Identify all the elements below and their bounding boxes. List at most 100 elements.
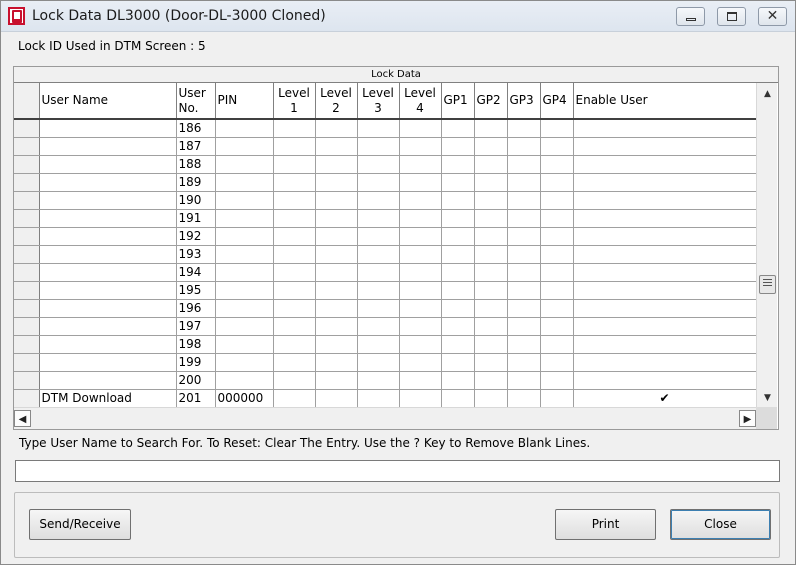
- pin-cell[interactable]: [215, 173, 274, 192]
- gp4-cell[interactable]: [540, 155, 574, 174]
- table-row[interactable]: 195: [14, 281, 757, 300]
- row-selector[interactable]: [14, 191, 40, 210]
- column-header-level-3[interactable]: Level 3: [357, 83, 400, 120]
- row-selector[interactable]: [14, 227, 40, 246]
- gp1-cell[interactable]: [441, 353, 475, 372]
- pin-cell[interactable]: 000000: [215, 389, 274, 408]
- enable-user-cell[interactable]: [573, 209, 757, 228]
- level-3-cell[interactable]: [357, 137, 400, 156]
- pin-cell[interactable]: [215, 335, 274, 354]
- gp4-cell[interactable]: [540, 209, 574, 228]
- row-selector[interactable]: [14, 317, 40, 336]
- table-row[interactable]: 192: [14, 227, 757, 246]
- gp2-cell[interactable]: [474, 263, 508, 282]
- user-no-cell[interactable]: 200: [176, 371, 216, 390]
- level-4-cell[interactable]: [399, 389, 442, 408]
- user-name-cell[interactable]: [39, 227, 177, 246]
- enable-user-cell[interactable]: [573, 191, 757, 210]
- level-3-cell[interactable]: [357, 353, 400, 372]
- table-row[interactable]: 190: [14, 191, 757, 210]
- level-3-cell[interactable]: [357, 155, 400, 174]
- gp4-cell[interactable]: [540, 281, 574, 300]
- row-selector[interactable]: [14, 155, 40, 174]
- level-3-cell[interactable]: [357, 317, 400, 336]
- gp4-cell[interactable]: [540, 245, 574, 264]
- gp3-cell[interactable]: [507, 155, 541, 174]
- level-2-cell[interactable]: [315, 155, 358, 174]
- level-1-cell[interactable]: [273, 191, 316, 210]
- gp4-cell[interactable]: [540, 389, 574, 408]
- level-2-cell[interactable]: [315, 263, 358, 282]
- gp1-cell[interactable]: [441, 227, 475, 246]
- level-4-cell[interactable]: [399, 155, 442, 174]
- user-name-cell[interactable]: [39, 281, 177, 300]
- print-button[interactable]: Print: [555, 509, 656, 540]
- table-row[interactable]: 186: [14, 119, 757, 138]
- row-selector[interactable]: [14, 281, 40, 300]
- gp1-cell[interactable]: [441, 335, 475, 354]
- column-header-level-4[interactable]: Level 4: [399, 83, 442, 120]
- gp1-cell[interactable]: [441, 119, 475, 138]
- table-row[interactable]: 188: [14, 155, 757, 174]
- horizontal-scrollbar[interactable]: ◀ ▶: [14, 407, 756, 429]
- enable-user-cell[interactable]: [573, 299, 757, 318]
- gp1-cell[interactable]: [441, 263, 475, 282]
- gp2-cell[interactable]: [474, 137, 508, 156]
- gp3-cell[interactable]: [507, 317, 541, 336]
- table-row[interactable]: 198: [14, 335, 757, 354]
- user-name-cell[interactable]: DTM Download: [39, 389, 177, 408]
- user-no-cell[interactable]: 190: [176, 191, 216, 210]
- gp2-cell[interactable]: [474, 335, 508, 354]
- level-2-cell[interactable]: [315, 119, 358, 138]
- enable-user-cell[interactable]: [573, 245, 757, 264]
- level-1-cell[interactable]: [273, 371, 316, 390]
- level-3-cell[interactable]: [357, 281, 400, 300]
- column-header-gp3[interactable]: GP3: [507, 83, 541, 120]
- gp1-cell[interactable]: [441, 155, 475, 174]
- level-2-cell[interactable]: [315, 245, 358, 264]
- level-3-cell[interactable]: [357, 263, 400, 282]
- row-selector[interactable]: [14, 371, 40, 390]
- gp4-cell[interactable]: [540, 137, 574, 156]
- level-4-cell[interactable]: [399, 191, 442, 210]
- table-row[interactable]: 199: [14, 353, 757, 372]
- row-selector[interactable]: [14, 119, 40, 138]
- gp3-cell[interactable]: [507, 227, 541, 246]
- vertical-scroll-thumb[interactable]: [759, 275, 776, 294]
- gp4-cell[interactable]: [540, 317, 574, 336]
- user-name-cell[interactable]: [39, 155, 177, 174]
- level-4-cell[interactable]: [399, 317, 442, 336]
- row-selector[interactable]: [14, 299, 40, 318]
- column-header-gp1[interactable]: GP1: [441, 83, 475, 120]
- level-2-cell[interactable]: [315, 353, 358, 372]
- user-no-cell[interactable]: 199: [176, 353, 216, 372]
- table-row[interactable]: 187: [14, 137, 757, 156]
- column-header-gp2[interactable]: GP2: [474, 83, 508, 120]
- pin-cell[interactable]: [215, 371, 274, 390]
- level-4-cell[interactable]: [399, 299, 442, 318]
- scroll-right-icon[interactable]: ▶: [739, 410, 756, 427]
- minimize-button[interactable]: [676, 7, 705, 26]
- level-3-cell[interactable]: [357, 371, 400, 390]
- gp2-cell[interactable]: [474, 191, 508, 210]
- enable-user-cell[interactable]: [573, 317, 757, 336]
- pin-cell[interactable]: [215, 317, 274, 336]
- column-header-level-2[interactable]: Level 2: [315, 83, 358, 120]
- user-no-cell[interactable]: 193: [176, 245, 216, 264]
- table-row[interactable]: 200: [14, 371, 757, 390]
- user-name-cell[interactable]: [39, 317, 177, 336]
- level-3-cell[interactable]: [357, 227, 400, 246]
- user-search-input[interactable]: [15, 460, 780, 482]
- gp1-cell[interactable]: [441, 299, 475, 318]
- gp2-cell[interactable]: [474, 119, 508, 138]
- gp1-cell[interactable]: [441, 317, 475, 336]
- gp1-cell[interactable]: [441, 137, 475, 156]
- level-4-cell[interactable]: [399, 227, 442, 246]
- vertical-scrollbar[interactable]: ▲ ▼: [756, 83, 777, 407]
- gp1-cell[interactable]: [441, 173, 475, 192]
- gp4-cell[interactable]: [540, 353, 574, 372]
- enable-user-cell[interactable]: [573, 227, 757, 246]
- gp3-cell[interactable]: [507, 389, 541, 408]
- gp4-cell[interactable]: [540, 227, 574, 246]
- gp4-cell[interactable]: [540, 263, 574, 282]
